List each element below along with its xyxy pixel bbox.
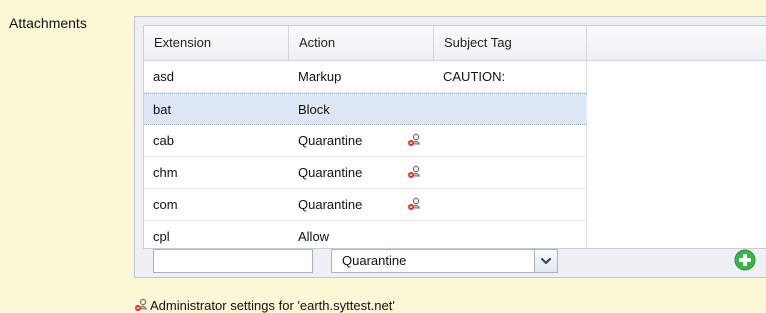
table-row[interactable]: cab Quarantine: [144, 125, 587, 157]
admin-user-icon: [407, 197, 421, 211]
table-row[interactable]: com Quarantine: [144, 189, 587, 221]
footer-note-text: Administrator settings for 'earth.syttes…: [150, 298, 395, 313]
cell-action: Allow: [298, 229, 330, 244]
cell-subject-tag: [434, 189, 587, 220]
column-header-subject-tag[interactable]: Subject Tag: [434, 26, 587, 60]
cell-action: Block: [298, 102, 330, 117]
cell-extension: cab: [153, 133, 174, 148]
dropdown-button[interactable]: [534, 250, 557, 272]
admin-user-icon: [407, 133, 421, 147]
cell-subject-tag: [434, 157, 587, 188]
cell-subject-tag: [434, 221, 587, 248]
cell-extension: asd: [153, 69, 174, 84]
grid-body[interactable]: Extension Action Subject Tag asd Markup CA…: [143, 25, 766, 249]
admin-user-icon: [135, 298, 148, 311]
action-select[interactable]: Quarantine: [331, 249, 558, 273]
table-row[interactable]: cpl Allow: [144, 221, 587, 248]
chevron-down-icon: [540, 257, 552, 265]
cell-extension: bat: [153, 102, 172, 117]
table-row[interactable]: bat Block: [144, 93, 587, 125]
cell-subject-tag: [434, 125, 587, 156]
cell-extension: cpl: [153, 229, 170, 244]
cell-extension: chm: [153, 165, 178, 180]
admin-user-icon: [407, 165, 421, 179]
table-row[interactable]: asd Markup CAUTION:: [144, 61, 587, 93]
action-select-value: Quarantine: [342, 253, 407, 268]
table-row[interactable]: chm Quarantine: [144, 157, 587, 189]
column-header-action[interactable]: Action: [289, 26, 434, 60]
footer-note: Administrator settings for 'earth.syttes…: [134, 296, 395, 313]
cell-extension: com: [153, 197, 178, 212]
add-button[interactable]: [734, 249, 756, 271]
grid-header: Extension Action Subject Tag: [144, 26, 766, 61]
cell-action: Markup: [298, 69, 342, 84]
grid-rows: asd Markup CAUTION: bat Block cab Quarantine ch…: [144, 61, 587, 248]
cell-subject-tag: [434, 94, 587, 125]
extension-input[interactable]: [153, 249, 313, 273]
cell-subject-tag: CAUTION:: [443, 69, 506, 84]
grid-editor-bar: Quarantine: [143, 247, 766, 279]
attachments-grid: Extension Action Subject Tag asd Markup CA…: [134, 16, 766, 278]
column-header-extension[interactable]: Extension: [144, 26, 289, 60]
section-label: Attachments: [9, 15, 87, 31]
add-plus-icon: [734, 249, 756, 271]
